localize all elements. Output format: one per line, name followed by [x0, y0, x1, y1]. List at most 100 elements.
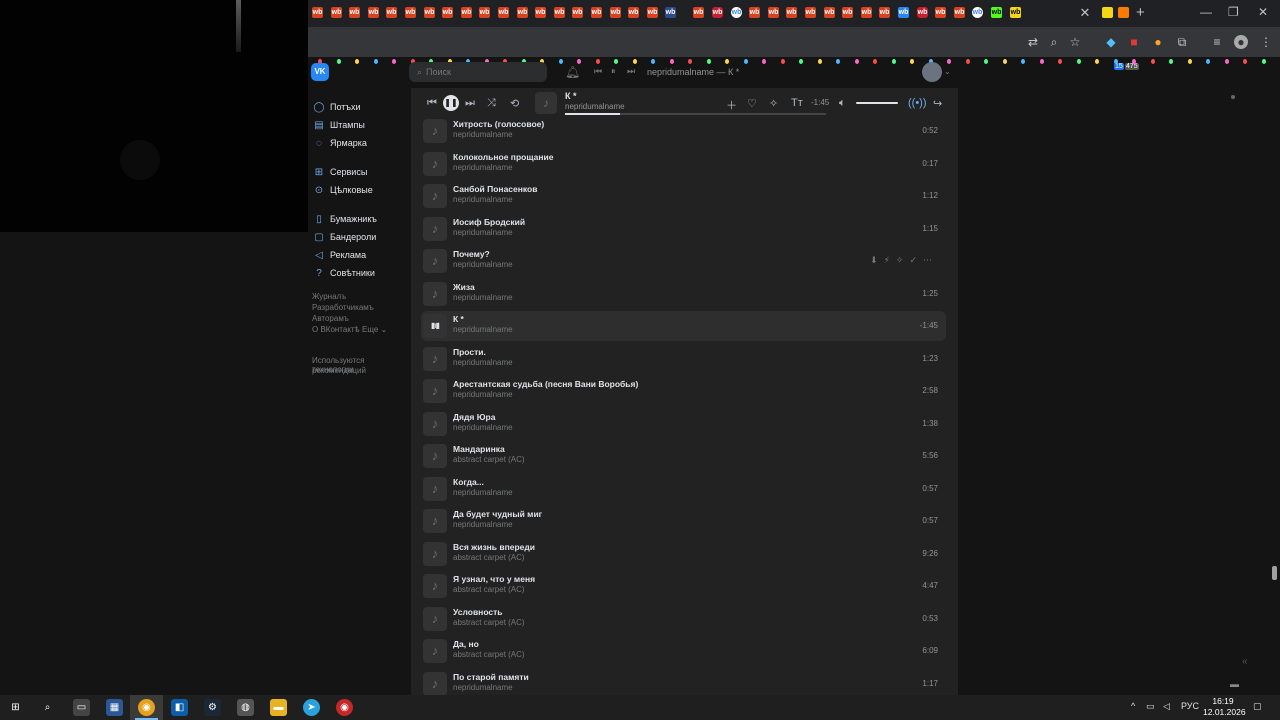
- track-artist[interactable]: abstract carpet (AC): [453, 650, 525, 659]
- app-icon[interactable]: ◉: [336, 699, 353, 716]
- repeat-icon[interactable]: ⟲: [510, 97, 519, 110]
- footer-link[interactable]: Еще ⌄: [362, 325, 387, 334]
- sidebar-item[interactable]: ▯ Бумажникъ: [313, 211, 377, 227]
- browser-tab[interactable]: wb: [917, 7, 928, 18]
- browser-tab[interactable]: wb: [665, 7, 676, 18]
- player-artist[interactable]: nepridumalname: [565, 102, 625, 111]
- track-artist[interactable]: abstract carpet (AC): [453, 618, 525, 627]
- music-note-icon[interactable]: ♪: [423, 444, 447, 468]
- footer-link[interactable]: Авторамъ: [312, 314, 349, 323]
- zoom-icon[interactable]: ⌕: [1047, 35, 1061, 49]
- track-title[interactable]: Прости.: [453, 347, 486, 357]
- tray-chevron-icon[interactable]: ^: [1131, 701, 1135, 711]
- track-row[interactable]: ♪ Да будет чудный миг nepridumalname 0:57: [421, 506, 946, 536]
- browser-tab[interactable]: wb: [368, 7, 379, 18]
- track-title[interactable]: По старой памяти: [453, 672, 529, 682]
- prev-track-icon[interactable]: ⏮: [427, 97, 437, 110]
- browser-tab[interactable]: wb: [786, 7, 797, 18]
- music-note-icon[interactable]: ♪: [423, 346, 447, 371]
- music-note-icon[interactable]: ♪: [423, 606, 447, 631]
- dislike-icon[interactable]: ♡: [747, 97, 757, 110]
- browser-tab[interactable]: wb: [712, 7, 723, 18]
- browser-tab[interactable]: wb: [628, 7, 639, 18]
- calculator-icon[interactable]: ▦: [106, 699, 123, 716]
- sidebar-item[interactable]: ◁ Реклама: [313, 247, 366, 263]
- lyrics-icon[interactable]: Tт: [791, 97, 803, 109]
- track-artist[interactable]: nepridumalname: [453, 683, 513, 692]
- browser-tab[interactable]: wb: [954, 7, 965, 18]
- pause-icon[interactable]: ⏸: [611, 66, 616, 77]
- music-note-icon[interactable]: ♪: [423, 574, 447, 598]
- app-icon[interactable]: ◍: [237, 699, 254, 716]
- sidebar-item[interactable]: ▤ Штампы: [313, 117, 365, 133]
- track-artist[interactable]: nepridumalname: [453, 520, 513, 529]
- browser-tab[interactable]: wb: [972, 7, 983, 18]
- browser-tab[interactable]: wb: [498, 7, 509, 18]
- language-indicator[interactable]: РУС: [1181, 701, 1199, 711]
- browser-tab[interactable]: wb: [647, 7, 658, 18]
- browser-tab[interactable]: wb: [824, 7, 835, 18]
- menu-icon[interactable]: ⋮: [1259, 35, 1273, 49]
- track-artist[interactable]: nepridumalname: [453, 390, 513, 399]
- avatar[interactable]: [922, 62, 942, 82]
- browser-tab[interactable]: wb: [991, 7, 1002, 18]
- search-icon[interactable]: ⌕: [39, 699, 56, 716]
- translate-icon[interactable]: ⇄: [1026, 35, 1040, 49]
- prev-icon[interactable]: ⏮: [594, 66, 602, 77]
- track-row[interactable]: ♪ Арестантская судьба (песня Вани Воробья…: [421, 376, 946, 406]
- folder-icon[interactable]: ▬: [270, 699, 287, 716]
- track-row[interactable]: ♪ Иосиф Бродский nepridumalname 1:15: [421, 214, 946, 244]
- sidebar-item[interactable]: ⊙ Цѣлковые: [313, 182, 373, 198]
- track-artist[interactable]: nepridumalname: [453, 228, 513, 237]
- volume-icon[interactable]: ◁: [1163, 701, 1170, 712]
- header-now-playing[interactable]: nepridumalname — К *: [647, 67, 739, 77]
- bell-icon[interactable]: 🔔︎: [565, 65, 580, 79]
- new-tab-button[interactable]: +: [1136, 4, 1145, 21]
- progress-bar[interactable]: [565, 113, 826, 115]
- add-icon[interactable]: ＋: [726, 97, 737, 113]
- browser-tab[interactable]: wb: [1010, 7, 1021, 18]
- track-artist[interactable]: nepridumalname: [453, 130, 513, 139]
- equalizer-icon[interactable]: ▮ı▮: [423, 314, 447, 338]
- sidebar-item[interactable]: ? Совѣтники: [313, 265, 375, 281]
- music-note-icon[interactable]: ♪: [423, 151, 447, 176]
- browser-tab[interactable]: wb: [591, 7, 602, 18]
- chrome-icon[interactable]: ◉: [138, 699, 155, 716]
- track-row[interactable]: ▮ı▮ К * nepridumalname -1:45: [421, 311, 946, 341]
- extension-icon[interactable]: ◆: [1104, 35, 1118, 49]
- sparkle-icon[interactable]: ✧: [769, 97, 778, 110]
- track-artist[interactable]: nepridumalname: [453, 325, 513, 334]
- music-note-icon[interactable]: ♪: [423, 509, 447, 533]
- puzzle-icon[interactable]: ⧉: [1175, 35, 1189, 49]
- track-row[interactable]: ♪ Вся жизнь впереди abstract carpet (AC) 9:…: [421, 539, 946, 569]
- telegram-icon[interactable]: ➤: [303, 699, 320, 716]
- extension-icon[interactable]: ■: [1127, 35, 1141, 49]
- next-icon[interactable]: ⏭: [627, 66, 635, 77]
- browser-tab[interactable]: wb: [693, 7, 704, 18]
- volume-slider[interactable]: [856, 102, 898, 104]
- music-note-icon[interactable]: ♪: [423, 119, 447, 143]
- track-artist[interactable]: abstract carpet (AC): [453, 553, 525, 562]
- track-title[interactable]: Санбой Понасенков: [453, 184, 537, 194]
- browser-tab[interactable]: wb: [610, 7, 621, 18]
- browser-tab[interactable]: wb: [424, 7, 435, 18]
- chevron-down-icon[interactable]: ⌄: [944, 67, 951, 76]
- browser-tab[interactable]: wb: [535, 7, 546, 18]
- track-row[interactable]: ♪ Мандаринка abstract carpet (AC) 5:56: [421, 441, 946, 471]
- music-note-icon[interactable]: ♪: [423, 411, 447, 436]
- notifications-icon[interactable]: ▢: [1253, 701, 1262, 712]
- track-title[interactable]: Дядя Юра: [453, 412, 495, 422]
- track-row[interactable]: ♪ Почему? nepridumalname ⬇⚡✧✓⋯: [421, 246, 946, 276]
- music-note-icon[interactable]: ♪: [423, 249, 447, 273]
- browser-tab[interactable]: wb: [842, 7, 853, 18]
- clock[interactable]: 16:19 12.01.2026: [1203, 696, 1246, 718]
- close-tab-button[interactable]: ✕: [1078, 6, 1092, 20]
- footer-link[interactable]: Журналъ: [312, 292, 346, 301]
- browser-tab[interactable]: wb: [572, 7, 583, 18]
- shuffle-icon[interactable]: ⤨: [487, 97, 496, 110]
- track-title[interactable]: Когда...: [453, 477, 484, 487]
- sidebar-item[interactable]: ⊞ Сервисы: [313, 164, 368, 180]
- music-note-icon[interactable]: ♪: [423, 184, 447, 208]
- track-row[interactable]: ♪ Условность abstract carpet (AC) 0:53: [421, 604, 946, 634]
- volume-icon[interactable]: 🔈︎: [839, 97, 846, 110]
